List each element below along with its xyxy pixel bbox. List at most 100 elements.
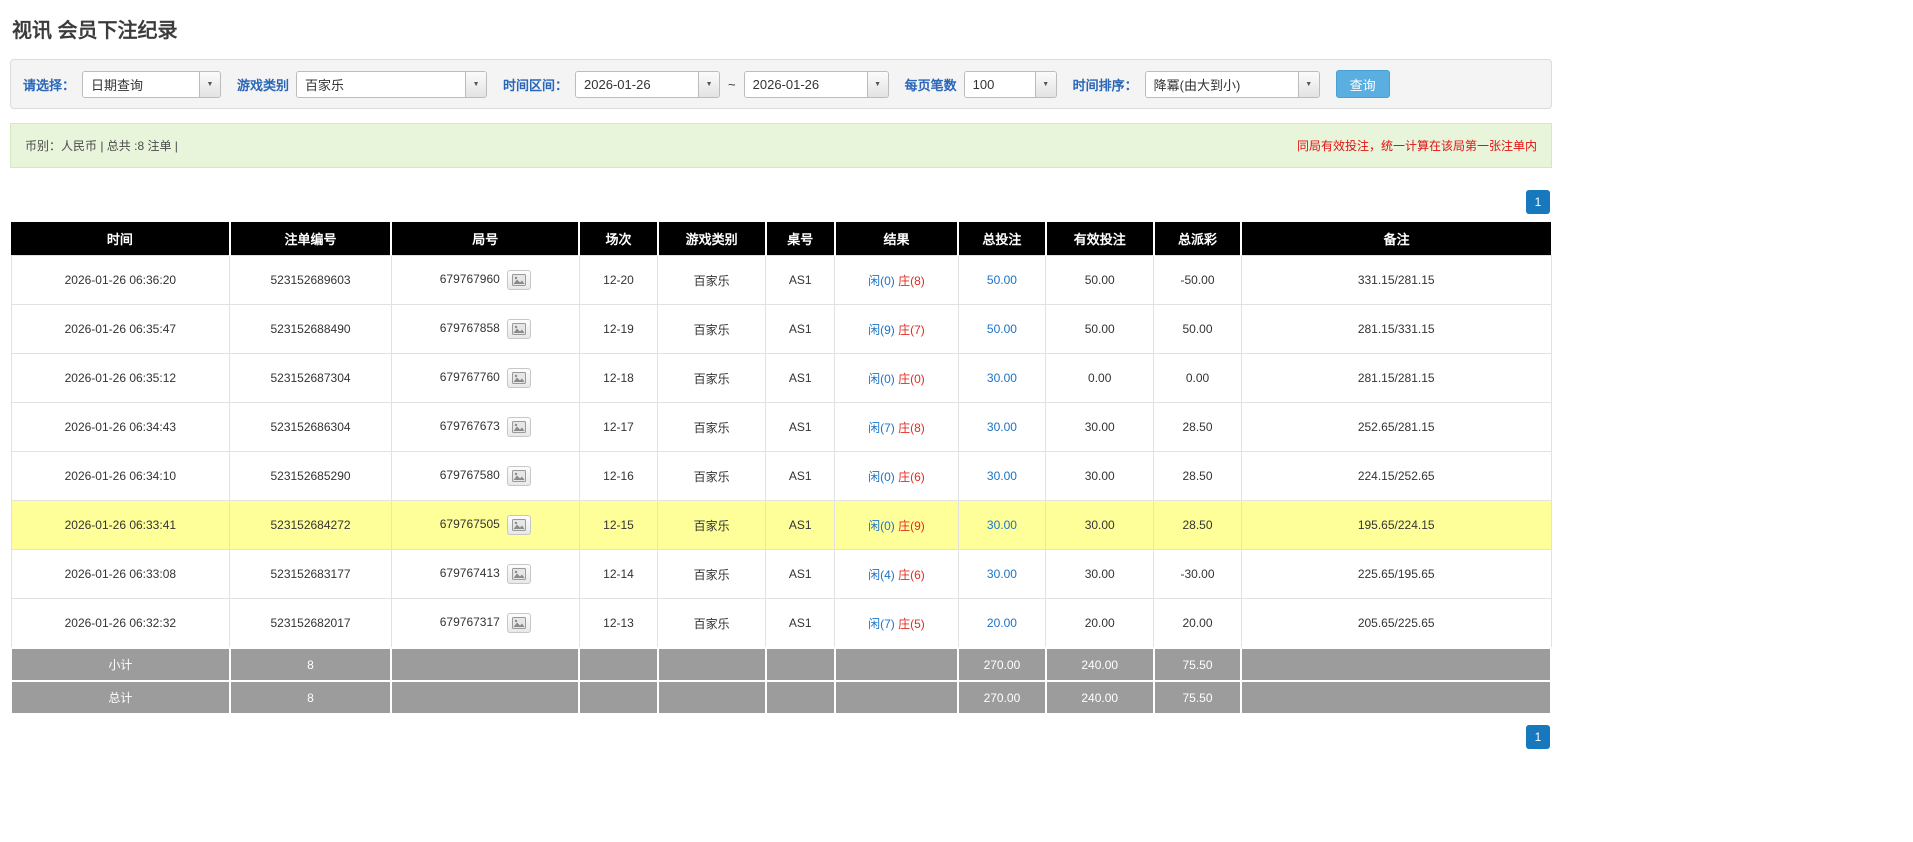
total-label: 总计 xyxy=(10,680,231,715)
cell-payout: 28.50 xyxy=(1153,402,1242,452)
date-to-input[interactable] xyxy=(744,71,867,97)
col-header-total-bet: 总投注 xyxy=(957,222,1046,256)
cell-result: 闲(4) 庄(6) xyxy=(834,549,959,599)
cell-remark: 252.65/281.15 xyxy=(1240,402,1552,452)
date-from-combobox[interactable]: ▼ xyxy=(575,70,721,98)
subtotal-empty-game xyxy=(656,647,767,682)
cell-result: 闲(7) 庄(5) xyxy=(834,598,959,649)
cell-game-type: 百家乐 xyxy=(657,402,767,452)
round-preview-image-icon[interactable] xyxy=(506,417,531,437)
table-row: 2026-01-26 06:34:43 523152686304 6797676… xyxy=(10,402,1552,452)
round-preview-image-icon[interactable] xyxy=(506,466,531,486)
filter-group-game-type: 游戏类别 ▼ xyxy=(237,70,488,98)
query-type-combobox[interactable]: ▼ xyxy=(82,70,222,98)
cell-time: 2026-01-26 06:33:41 xyxy=(10,500,231,550)
total-empty-game xyxy=(656,680,767,715)
date-from-input[interactable] xyxy=(576,71,699,97)
total-bet-link[interactable]: 50.00 xyxy=(987,322,1017,336)
total-bet-link[interactable]: 30.00 xyxy=(987,420,1017,434)
total-empty-remark xyxy=(1240,680,1552,715)
round-preview-image-icon[interactable] xyxy=(506,613,531,633)
cell-total-bet: 30.00 xyxy=(957,353,1047,403)
total-empty-round xyxy=(390,680,581,715)
sort-combobox[interactable]: ▼ xyxy=(1144,70,1320,98)
cell-table-no: AS1 xyxy=(765,500,836,550)
per-page-combobox[interactable]: ▼ xyxy=(963,70,1057,98)
chevron-down-icon[interactable]: ▼ xyxy=(1034,71,1056,97)
chevron-down-icon[interactable]: ▼ xyxy=(465,71,487,97)
cell-table-no: AS1 xyxy=(765,255,836,305)
chevron-down-icon[interactable]: ▼ xyxy=(866,71,888,97)
subtotal-empty-round xyxy=(390,647,581,682)
round-preview-image-icon[interactable] xyxy=(506,515,531,535)
table-row: 2026-01-26 06:36:20 523152689603 6797679… xyxy=(10,255,1552,305)
total-count: 8 xyxy=(228,680,393,715)
round-preview-image-icon[interactable] xyxy=(506,270,531,290)
cell-remark: 225.65/195.65 xyxy=(1240,549,1552,599)
cell-game-type: 百家乐 xyxy=(657,255,767,305)
total-bet-link[interactable]: 50.00 xyxy=(987,273,1017,287)
total-bet-link[interactable]: 30.00 xyxy=(987,518,1017,532)
pagination-top: 1 xyxy=(10,190,1550,214)
subtotal-row: 小计 8 270.00 240.00 75.50 xyxy=(10,647,1552,682)
cell-payout: 28.50 xyxy=(1153,451,1242,501)
cell-payout: 28.50 xyxy=(1153,500,1242,550)
cell-total-bet: 50.00 xyxy=(957,255,1047,305)
result-banker: 庄(8) xyxy=(898,420,925,435)
result-banker: 庄(5) xyxy=(898,616,925,631)
per-page-label: 每页笔数 xyxy=(904,77,957,93)
query-type-input[interactable] xyxy=(83,71,200,97)
summary-bar: 币别：人民币 | 总共 :8 注单 | 同局有效投注，统一计算在该局第一张注单内 xyxy=(10,123,1552,168)
search-button[interactable]: 查询 xyxy=(1335,70,1390,98)
cell-bet-id: 523152683177 xyxy=(229,549,392,599)
filter-group-time-range: 时间区间： ▼ ~ ▼ xyxy=(503,70,889,98)
total-bet-link[interactable]: 30.00 xyxy=(987,469,1017,483)
total-bet-link[interactable]: 30.00 xyxy=(987,371,1017,385)
page-content: 视讯 会员下注纪录 请选择： ▼ 游戏类别 ▼ 时间区间： ▼ ~ xyxy=(0,0,1552,769)
col-header-payout: 总派彩 xyxy=(1152,222,1242,256)
game-type-label: 游戏类别 xyxy=(237,77,290,93)
page-button-1[interactable]: 1 xyxy=(1526,725,1550,749)
total-bet-link[interactable]: 30.00 xyxy=(987,567,1017,581)
cell-round: 679767858 xyxy=(390,304,580,354)
chevron-down-icon[interactable]: ▼ xyxy=(1297,71,1319,97)
total-empty-table xyxy=(764,680,836,715)
chevron-down-icon[interactable]: ▼ xyxy=(698,71,720,97)
cell-table-no: AS1 xyxy=(765,451,836,501)
cell-result: 闲(0) 庄(0) xyxy=(834,353,959,403)
pagination-bottom: 1 xyxy=(10,725,1550,749)
cell-total-bet: 30.00 xyxy=(957,402,1047,452)
subtotal-count: 8 xyxy=(228,647,393,682)
result-player: 闲(0) xyxy=(868,371,895,386)
date-to-combobox[interactable]: ▼ xyxy=(743,70,889,98)
result-banker: 庄(0) xyxy=(898,371,925,386)
cell-session: 12-13 xyxy=(578,598,659,649)
chevron-down-icon[interactable]: ▼ xyxy=(199,71,221,97)
cell-game-type: 百家乐 xyxy=(657,500,767,550)
page-button-1[interactable]: 1 xyxy=(1526,190,1550,214)
cell-valid-bet: 50.00 xyxy=(1045,255,1155,305)
cell-session: 12-15 xyxy=(578,500,659,550)
sort-input[interactable] xyxy=(1145,71,1298,97)
cell-bet-id: 523152682017 xyxy=(229,598,392,649)
bet-table-body: 2026-01-26 06:36:20 523152689603 6797679… xyxy=(10,255,1552,649)
round-preview-image-icon[interactable] xyxy=(506,564,531,584)
game-type-input[interactable] xyxy=(297,71,466,97)
result-player: 闲(9) xyxy=(868,322,895,337)
cell-time: 2026-01-26 06:34:10 xyxy=(10,451,231,501)
round-preview-image-icon[interactable] xyxy=(506,368,531,388)
round-preview-image-icon[interactable] xyxy=(506,319,531,339)
game-type-combobox[interactable]: ▼ xyxy=(296,70,488,98)
total-total-bet: 270.00 xyxy=(957,680,1047,715)
result-player: 闲(0) xyxy=(868,518,895,533)
col-header-valid-bet: 有效投注 xyxy=(1044,222,1154,256)
per-page-input[interactable] xyxy=(964,71,1035,97)
subtotal-total-bet: 270.00 xyxy=(957,647,1047,682)
cell-payout: -50.00 xyxy=(1153,255,1242,305)
cell-session: 12-18 xyxy=(578,353,659,403)
cell-remark: 195.65/224.15 xyxy=(1240,500,1552,550)
table-row: 2026-01-26 06:33:08 523152683177 6797674… xyxy=(10,549,1552,599)
cell-table-no: AS1 xyxy=(765,402,836,452)
total-bet-link[interactable]: 20.00 xyxy=(987,616,1017,630)
cell-remark: 281.15/331.15 xyxy=(1240,304,1552,354)
